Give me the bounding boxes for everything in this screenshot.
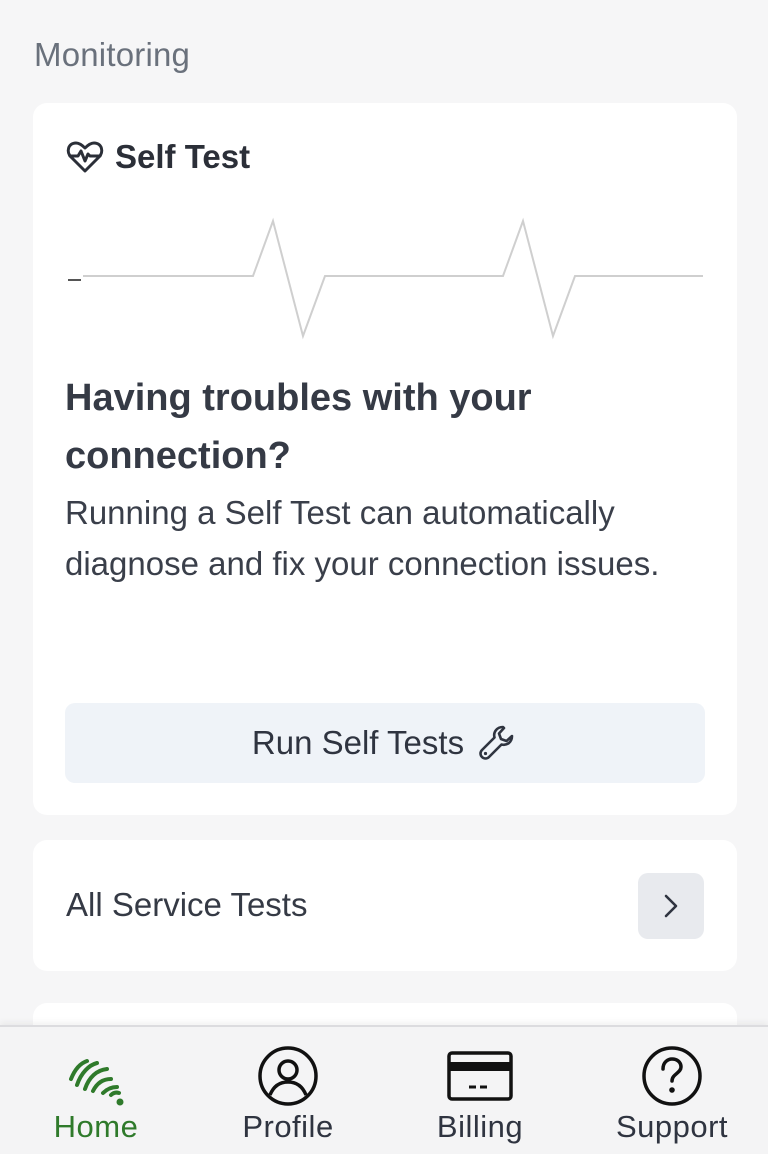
wifi-logo-icon	[69, 1059, 124, 1106]
tab-home[interactable]: Home	[0, 1027, 192, 1154]
self-test-card: Self Test Having troubles with your conn…	[33, 103, 737, 815]
tab-support-label: Support	[615, 1109, 729, 1144]
all-service-tests-chevron-button[interactable]	[638, 873, 704, 939]
tab-home-label: Home	[53, 1109, 139, 1144]
wrench-icon	[479, 725, 514, 760]
question-circle-icon	[642, 1046, 702, 1106]
all-service-tests-row[interactable]: All Service Tests	[33, 840, 737, 971]
all-service-tests-label: All Service Tests	[66, 886, 308, 923]
heartbeat-line-graphic	[68, 217, 703, 340]
self-test-title: Self Test	[115, 138, 251, 175]
tab-support[interactable]: Support	[576, 1027, 768, 1154]
tab-profile[interactable]: Profile	[192, 1027, 384, 1154]
tab-billing-label: Billing	[436, 1109, 524, 1144]
bottom-tab-bar: Home Profile Billing Support	[0, 1025, 768, 1154]
self-test-headline: Having troubles with your connection?	[65, 377, 532, 477]
run-self-tests-button[interactable]: Run Self Tests	[65, 703, 705, 783]
credit-card-icon	[447, 1051, 513, 1101]
self-test-header: Self Test	[65, 137, 250, 177]
section-title: Monitoring	[34, 36, 191, 73]
chevron-right-icon	[664, 894, 678, 918]
tab-billing[interactable]: Billing	[384, 1027, 576, 1154]
profile-icon	[258, 1046, 318, 1106]
tab-profile-label: Profile	[242, 1109, 334, 1144]
heart-pulse-icon	[66, 141, 104, 173]
run-self-tests-label: Run Self Tests	[251, 724, 465, 761]
self-test-description: Running a Self Test can automatically di…	[65, 494, 660, 582]
